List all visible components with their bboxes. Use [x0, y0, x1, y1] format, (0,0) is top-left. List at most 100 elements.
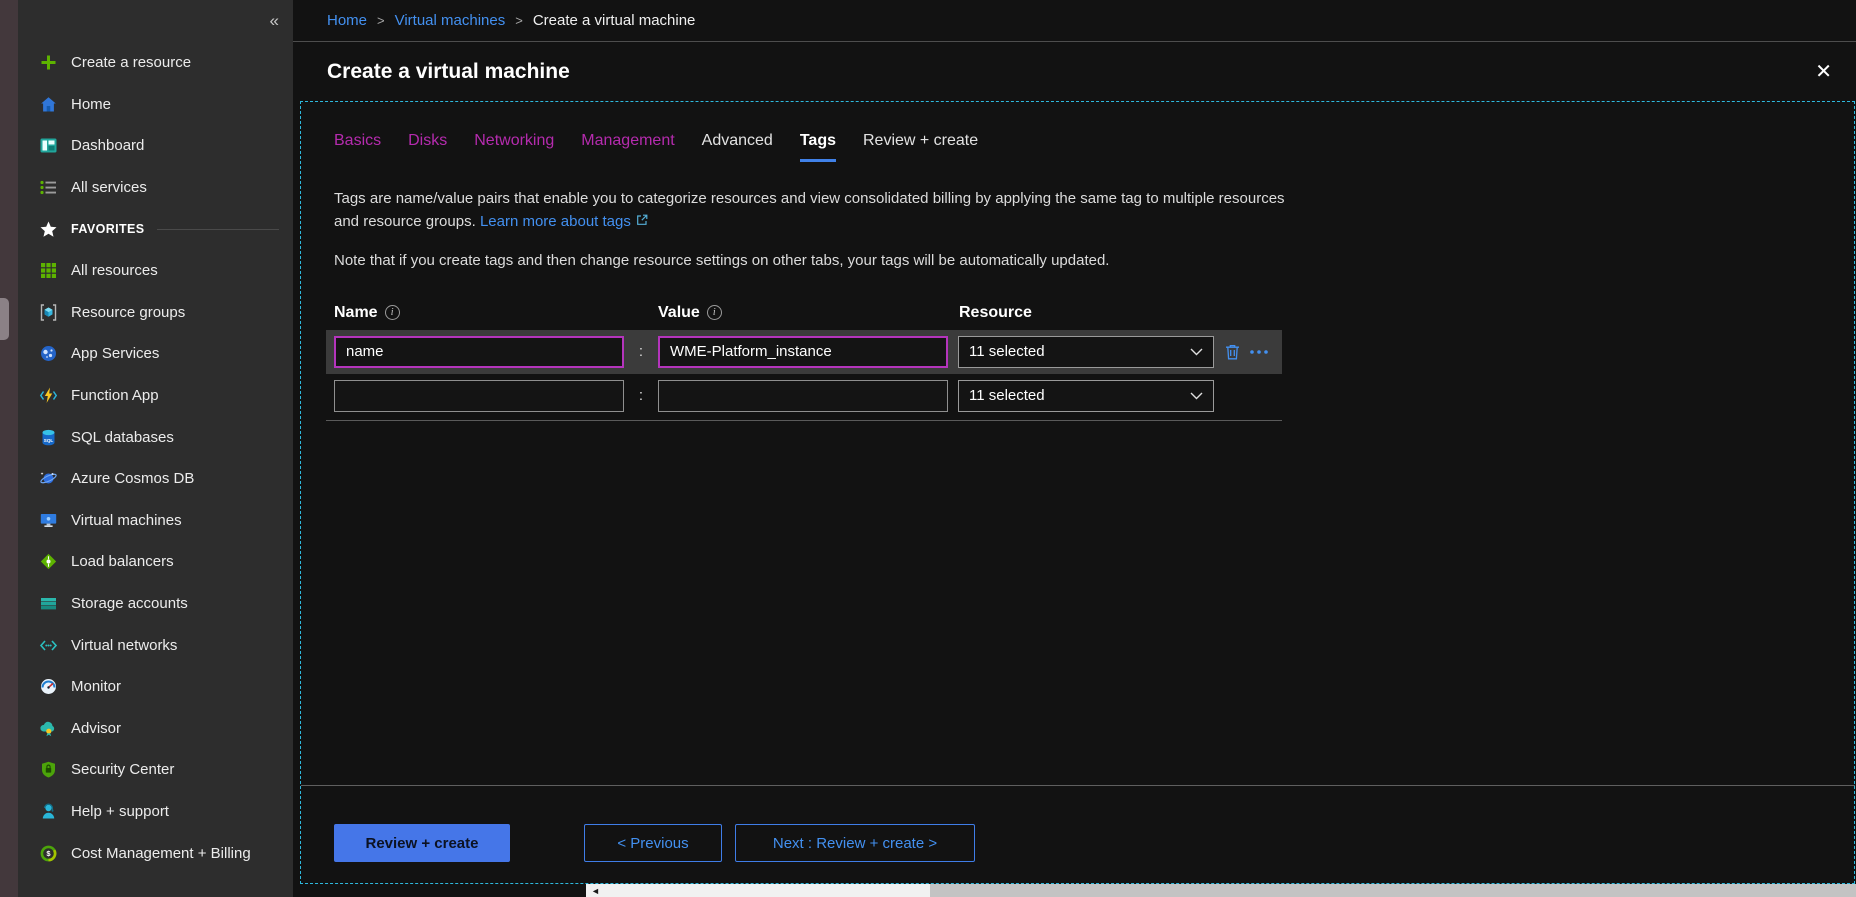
wizard-panel: Basics Disks Networking Management Advanced T…: [300, 101, 1855, 884]
sidebar-item-label: FAVORITES: [71, 222, 145, 236]
tab-basics[interactable]: Basics: [334, 132, 381, 162]
sidebar-item-home[interactable]: Home: [18, 84, 293, 126]
app-services-icon: [39, 344, 58, 363]
sidebar-item-label: Resource groups: [71, 304, 185, 321]
vm-monitor-icon: [39, 511, 58, 530]
resource-select[interactable]: 11 selected: [958, 380, 1214, 412]
star-icon: [39, 220, 58, 239]
cube-icon: [39, 303, 58, 322]
sidebar-item-help-support[interactable]: Help + support: [18, 791, 293, 833]
close-icon[interactable]: ✕: [1809, 58, 1838, 86]
previous-button[interactable]: < Previous: [584, 824, 722, 862]
tab-advanced[interactable]: Advanced: [702, 132, 773, 162]
tab-management[interactable]: Management: [581, 132, 674, 162]
sidebar-item-cost-management-billing[interactable]: $ Cost Management + Billing: [18, 832, 293, 874]
database-icon: SQL: [39, 428, 58, 447]
sidebar-item-all-services[interactable]: All services: [18, 167, 293, 209]
breadcrumb-item-home[interactable]: Home: [327, 12, 367, 29]
tag-name-input[interactable]: [334, 336, 624, 368]
sidebar-item-label: Cost Management + Billing: [71, 845, 251, 862]
info-icon[interactable]: i: [385, 305, 400, 320]
sidebar-item-azure-cosmos-db[interactable]: Azure Cosmos DB: [18, 458, 293, 500]
learn-more-link[interactable]: Learn more about tags: [480, 213, 631, 230]
grid-icon: [39, 261, 58, 280]
horizontal-scrollbar[interactable]: ◄: [586, 884, 1856, 897]
sidebar-item-virtual-networks[interactable]: Virtual networks: [18, 624, 293, 666]
breadcrumb-separator: >: [515, 13, 523, 28]
tag-row: : 11 selected: [326, 330, 1282, 374]
svg-text:$: $: [46, 849, 51, 858]
sidebar-item-label: All services: [71, 179, 147, 196]
sidebar-item-label: All resources: [71, 262, 158, 279]
scroll-left-icon[interactable]: ◄: [591, 884, 600, 897]
sidebar-item-label: Security Center: [71, 761, 174, 778]
tab-tags[interactable]: Tags: [800, 132, 836, 162]
lightning-icon: [39, 386, 58, 405]
breadcrumb-item-create-a-virtual-machine: Create a virtual machine: [533, 12, 696, 29]
resource-select-value: 11 selected: [969, 343, 1190, 360]
tab-networking[interactable]: Networking: [474, 132, 554, 162]
tag-row: : 11 selected: [326, 374, 1282, 418]
tags-note: Note that if you create tags and then ch…: [334, 252, 1854, 269]
sidebar-item-resource-groups[interactable]: Resource groups: [18, 292, 293, 334]
breadcrumb-item-virtual-machines[interactable]: Virtual machines: [395, 12, 506, 29]
sidebar-item-label: Monitor: [71, 678, 121, 695]
colon-separator: :: [624, 343, 658, 360]
sidebar-item-label: Dashboard: [71, 137, 144, 154]
colon-separator: :: [624, 387, 658, 404]
sidebar-collapse-button[interactable]: «: [270, 12, 279, 29]
review-create-button[interactable]: Review + create: [334, 824, 510, 862]
tab-disks[interactable]: Disks: [408, 132, 447, 162]
tag-name-input[interactable]: [334, 380, 624, 412]
planet-icon: [39, 469, 58, 488]
sidebar-item-label: Advisor: [71, 720, 121, 737]
section-divider: [157, 229, 279, 230]
external-link-icon: [635, 211, 649, 234]
sidebar-item-label: Azure Cosmos DB: [71, 470, 194, 487]
info-icon[interactable]: i: [707, 305, 722, 320]
sidebar-item-create-a-resource[interactable]: Create a resource: [18, 42, 293, 84]
breadcrumb-separator: >: [377, 13, 385, 28]
sidebar-item-load-balancers[interactable]: Load balancers: [18, 541, 293, 583]
chevron-down-icon: [1190, 348, 1203, 356]
sidebar-item-monitor[interactable]: Monitor: [18, 666, 293, 708]
sidebar-item-label: Create a resource: [71, 54, 191, 71]
tags-table-header: NameiValueiResource: [326, 296, 1854, 330]
sidebar-item-virtual-machines[interactable]: Virtual machines: [18, 500, 293, 542]
sidebar-item-dashboard[interactable]: Dashboard: [18, 125, 293, 167]
resource-select[interactable]: 11 selected: [958, 336, 1214, 368]
breadcrumb: Home > Virtual machines > Create a virtual m…: [293, 0, 1856, 42]
storage-icon: [39, 594, 58, 613]
column-header-resource: Resource: [959, 304, 1215, 322]
tab-review-create[interactable]: Review + create: [863, 132, 978, 162]
main-area: Home > Virtual machines > Create a virtual m…: [293, 0, 1856, 897]
wizard-tabs: Basics Disks Networking Management Advanced T…: [334, 132, 1854, 162]
resource-select-value: 11 selected: [969, 387, 1190, 404]
network-icon: [39, 636, 58, 655]
shield-icon: [39, 760, 58, 779]
sidebar-item-sql-databases[interactable]: SQLSQL databases: [18, 416, 293, 458]
sidebar-item-label: Help + support: [71, 803, 169, 820]
sidebar-item-app-services[interactable]: App Services: [18, 333, 293, 375]
sidebar-item-storage-accounts[interactable]: Storage accounts: [18, 583, 293, 625]
chevron-down-icon: [1190, 392, 1203, 400]
sidebar-item-advisor[interactable]: Advisor: [18, 708, 293, 750]
tag-value-input[interactable]: [658, 380, 948, 412]
sidebar-item-security-center[interactable]: Security Center: [18, 749, 293, 791]
window-edge-handle[interactable]: [0, 298, 9, 340]
tags-description: Tags are name/value pairs that enable yo…: [334, 187, 1286, 235]
next-button[interactable]: Next : Review + create >: [735, 824, 975, 862]
trash-icon[interactable]: [1224, 343, 1241, 361]
column-header-name: Namei: [334, 304, 658, 322]
sidebar-item-all-resources[interactable]: All resources: [18, 250, 293, 292]
azure-portal: « Create a resource Home Dashboard All serv…: [0, 0, 1856, 897]
load-balancer-icon: [39, 552, 58, 571]
ellipsis-icon[interactable]: [1249, 349, 1269, 355]
footer-divider: [301, 785, 1855, 786]
sidebar-item-label: Function App: [71, 387, 159, 404]
sidebar-item-label: App Services: [71, 345, 159, 362]
tag-value-input[interactable]: [658, 336, 948, 368]
scrollbar-thumb[interactable]: [930, 884, 1856, 897]
sidebar-item-function-app[interactable]: Function App: [18, 375, 293, 417]
sidebar: « Create a resource Home Dashboard All serv…: [18, 0, 293, 897]
